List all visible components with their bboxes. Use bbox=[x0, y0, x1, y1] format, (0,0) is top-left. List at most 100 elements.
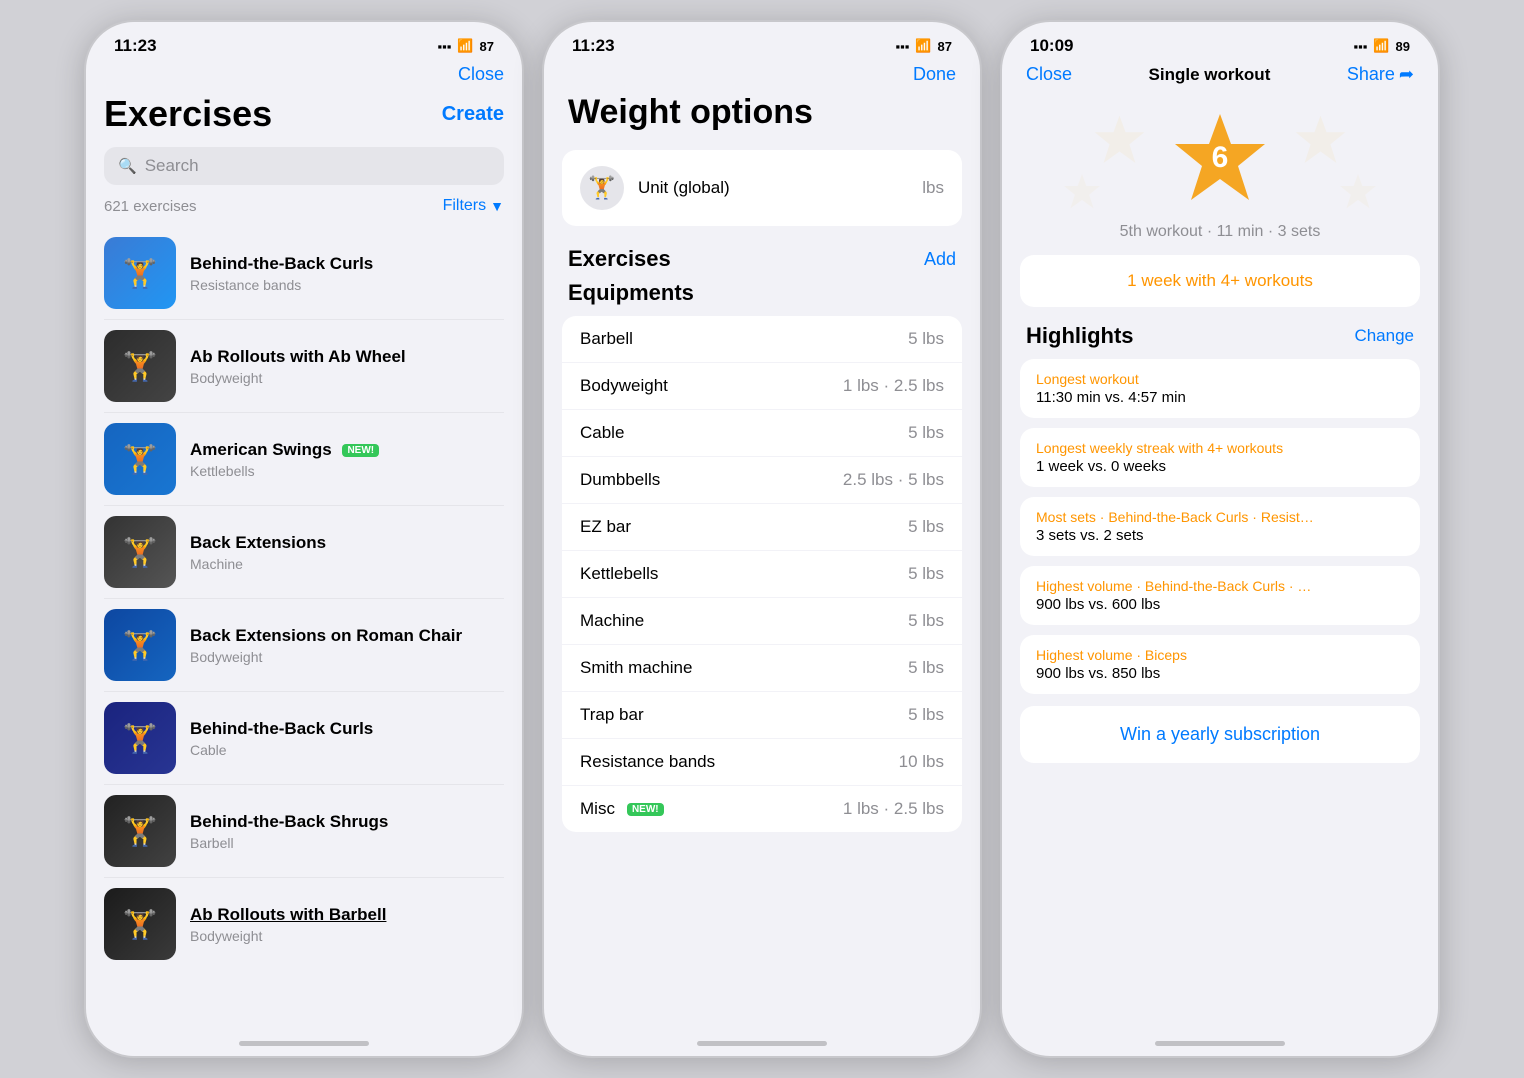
equip-item[interactable]: Misc NEW! 1 lbs · 2.5 lbs bbox=[562, 786, 962, 832]
streak-text: 1 week with 4+ workouts bbox=[1127, 271, 1313, 290]
person-icon: 🏋 bbox=[123, 908, 158, 941]
create-button[interactable]: Create bbox=[442, 103, 504, 126]
exercise-thumb: 🏋 bbox=[104, 888, 176, 960]
equipment-list: Barbell 5 lbs Bodyweight 1 lbs · 2.5 lbs… bbox=[562, 316, 962, 832]
equip-item[interactable]: EZ bar 5 lbs bbox=[562, 504, 962, 551]
filters-label: Filters bbox=[443, 197, 487, 215]
highlight-card: Longest weekly streak with 4+ workouts 1… bbox=[1020, 428, 1420, 487]
equip-item[interactable]: Smith machine 5 lbs bbox=[562, 645, 962, 692]
unit-card[interactable]: 🏋 Unit (global) lbs bbox=[562, 150, 962, 226]
list-item[interactable]: 🏋 Behind-the-Back Shrugs Barbell bbox=[104, 785, 504, 878]
exercise-name: Behind-the-Back Curls bbox=[190, 718, 504, 740]
list-item[interactable]: 🏋 Behind-the-Back Curls Cable bbox=[104, 692, 504, 785]
win-card[interactable]: Win a yearly subscription bbox=[1020, 706, 1420, 763]
streak-card: 1 week with 4+ workouts bbox=[1020, 255, 1420, 307]
equip-value: 1 lbs · 2.5 lbs bbox=[843, 799, 944, 819]
equip-item[interactable]: Dumbbells 2.5 lbs · 5 lbs bbox=[562, 457, 962, 504]
exercise-list: 🏋 Behind-the-Back Curls Resistance bands… bbox=[104, 227, 504, 970]
exercises-section-title: Exercises bbox=[568, 246, 671, 272]
equip-item[interactable]: Trap bar 5 lbs bbox=[562, 692, 962, 739]
new-badge: NEW! bbox=[342, 444, 379, 457]
status-icons-2: ▪▪▪ 📶 87 bbox=[896, 38, 952, 54]
time-2: 11:23 bbox=[572, 36, 615, 56]
person-icon: 🏋 bbox=[123, 722, 158, 755]
exercises-content: Close Exercises Create 🔍 Search 621 exer… bbox=[86, 64, 522, 1043]
list-item[interactable]: 🏋 Behind-the-Back Curls Resistance bands bbox=[104, 227, 504, 320]
change-button[interactable]: Change bbox=[1354, 326, 1414, 346]
share-button[interactable]: Share ➦ bbox=[1347, 64, 1414, 85]
highlight-cards: Longest workout 11:30 min vs. 4:57 min L… bbox=[1002, 359, 1438, 694]
workout-top-bar: Close Single workout Share ➦ bbox=[1002, 64, 1438, 93]
battery-3: 89 bbox=[1396, 39, 1410, 54]
exercise-sub: Cable bbox=[190, 742, 504, 758]
battery-1: 87 bbox=[480, 39, 494, 54]
wifi-icon-3: 📶 bbox=[1373, 38, 1389, 54]
done-button[interactable]: Done bbox=[913, 64, 956, 85]
equip-value: 5 lbs bbox=[908, 564, 944, 584]
list-item[interactable]: 🏋 Back Extensions Machine bbox=[104, 506, 504, 599]
unit-label: Unit (global) bbox=[638, 178, 908, 198]
battery-2: 87 bbox=[938, 39, 952, 54]
phone-weight-options: 11:23 ▪▪▪ 📶 87 Done Weight options 🏋 Uni… bbox=[542, 20, 982, 1058]
exercise-name: American Swings NEW! bbox=[190, 439, 504, 461]
highlight-value: 11:30 min vs. 4:57 min bbox=[1036, 389, 1404, 406]
equip-name: Machine bbox=[580, 611, 644, 631]
equip-item[interactable]: Barbell 5 lbs bbox=[562, 316, 962, 363]
exercise-info: Back Extensions Machine bbox=[190, 532, 504, 572]
exercises-top-bar: Close bbox=[86, 64, 522, 93]
highlight-label: Highest volume · Behind-the-Back Curls ·… bbox=[1036, 578, 1404, 594]
equip-item[interactable]: Machine 5 lbs bbox=[562, 598, 962, 645]
highlight-label: Longest workout bbox=[1036, 371, 1404, 387]
signal-icon-3: ▪▪▪ bbox=[1354, 39, 1368, 54]
status-icons-1: ▪▪▪ 📶 87 bbox=[438, 38, 494, 54]
equip-value: 5 lbs bbox=[908, 705, 944, 725]
exercises-section-header: Exercises Add bbox=[544, 246, 980, 280]
exercise-thumb: 🏋 bbox=[104, 516, 176, 588]
weight-title: Weight options bbox=[544, 93, 980, 150]
equip-item[interactable]: Bodyweight 1 lbs · 2.5 lbs bbox=[562, 363, 962, 410]
signal-icon-2: ▪▪▪ bbox=[896, 39, 910, 54]
equip-item[interactable]: Kettlebells 5 lbs bbox=[562, 551, 962, 598]
highlight-label: Longest weekly streak with 4+ workouts bbox=[1036, 440, 1404, 456]
exercises-title-row: Exercises Create bbox=[104, 93, 504, 135]
weight-top-bar: Done bbox=[544, 64, 980, 93]
exercise-info: Ab Rollouts with Barbell Bodyweight bbox=[190, 904, 504, 944]
exercise-sub: Bodyweight bbox=[190, 649, 504, 665]
list-item[interactable]: 🏋 Ab Rollouts with Barbell Bodyweight bbox=[104, 878, 504, 970]
equipments-section-title: Equipments bbox=[544, 280, 980, 316]
time-3: 10:09 bbox=[1030, 36, 1073, 56]
close-button[interactable]: Close bbox=[458, 64, 504, 85]
highlights-title: Highlights bbox=[1026, 323, 1134, 349]
list-item[interactable]: 🏋 Ab Rollouts with Ab Wheel Bodyweight bbox=[104, 320, 504, 413]
new-badge: NEW! bbox=[627, 803, 664, 816]
filters-button[interactable]: Filters ▼ bbox=[443, 197, 504, 215]
exercise-name: Back Extensions on Roman Chair bbox=[190, 625, 504, 647]
person-icon: 🏋 bbox=[123, 815, 158, 848]
search-bar[interactable]: 🔍 Search bbox=[104, 147, 504, 185]
wifi-icon-1: 📶 bbox=[457, 38, 473, 54]
unit-value: lbs bbox=[922, 178, 944, 198]
status-icons-3: ▪▪▪ 📶 89 bbox=[1354, 38, 1410, 54]
equip-name: Cable bbox=[580, 423, 624, 443]
svg-text:6: 6 bbox=[1212, 141, 1229, 174]
exercise-info: Behind-the-Back Curls Cable bbox=[190, 718, 504, 758]
home-indicator bbox=[239, 1041, 369, 1046]
signal-icon-1: ▪▪▪ bbox=[438, 39, 452, 54]
time-1: 11:23 bbox=[114, 36, 157, 56]
exercise-sub: Resistance bands bbox=[190, 277, 504, 293]
exercise-name: Back Extensions bbox=[190, 532, 504, 554]
highlight-card: Highest volume · Biceps 900 lbs vs. 850 … bbox=[1020, 635, 1420, 694]
equip-name: Trap bar bbox=[580, 705, 644, 725]
equip-item[interactable]: Resistance bands 10 lbs bbox=[562, 739, 962, 786]
screens-container: 11:23 ▪▪▪ 📶 87 Close Exercises Create 🔍 … bbox=[0, 0, 1524, 1078]
equip-value: 5 lbs bbox=[908, 423, 944, 443]
add-button[interactable]: Add bbox=[924, 249, 956, 270]
list-item[interactable]: 🏋 American Swings NEW! Kettlebells bbox=[104, 413, 504, 506]
equip-item[interactable]: Cable 5 lbs bbox=[562, 410, 962, 457]
exercise-name: Ab Rollouts with Ab Wheel bbox=[190, 346, 504, 368]
close-button-3[interactable]: Close bbox=[1026, 64, 1072, 85]
list-item[interactable]: 🏋 Back Extensions on Roman Chair Bodywei… bbox=[104, 599, 504, 692]
exercise-sub: Barbell bbox=[190, 835, 504, 851]
highlight-label: Most sets · Behind-the-Back Curls · Resi… bbox=[1036, 509, 1404, 525]
exercise-name: Behind-the-Back Curls bbox=[190, 253, 504, 275]
